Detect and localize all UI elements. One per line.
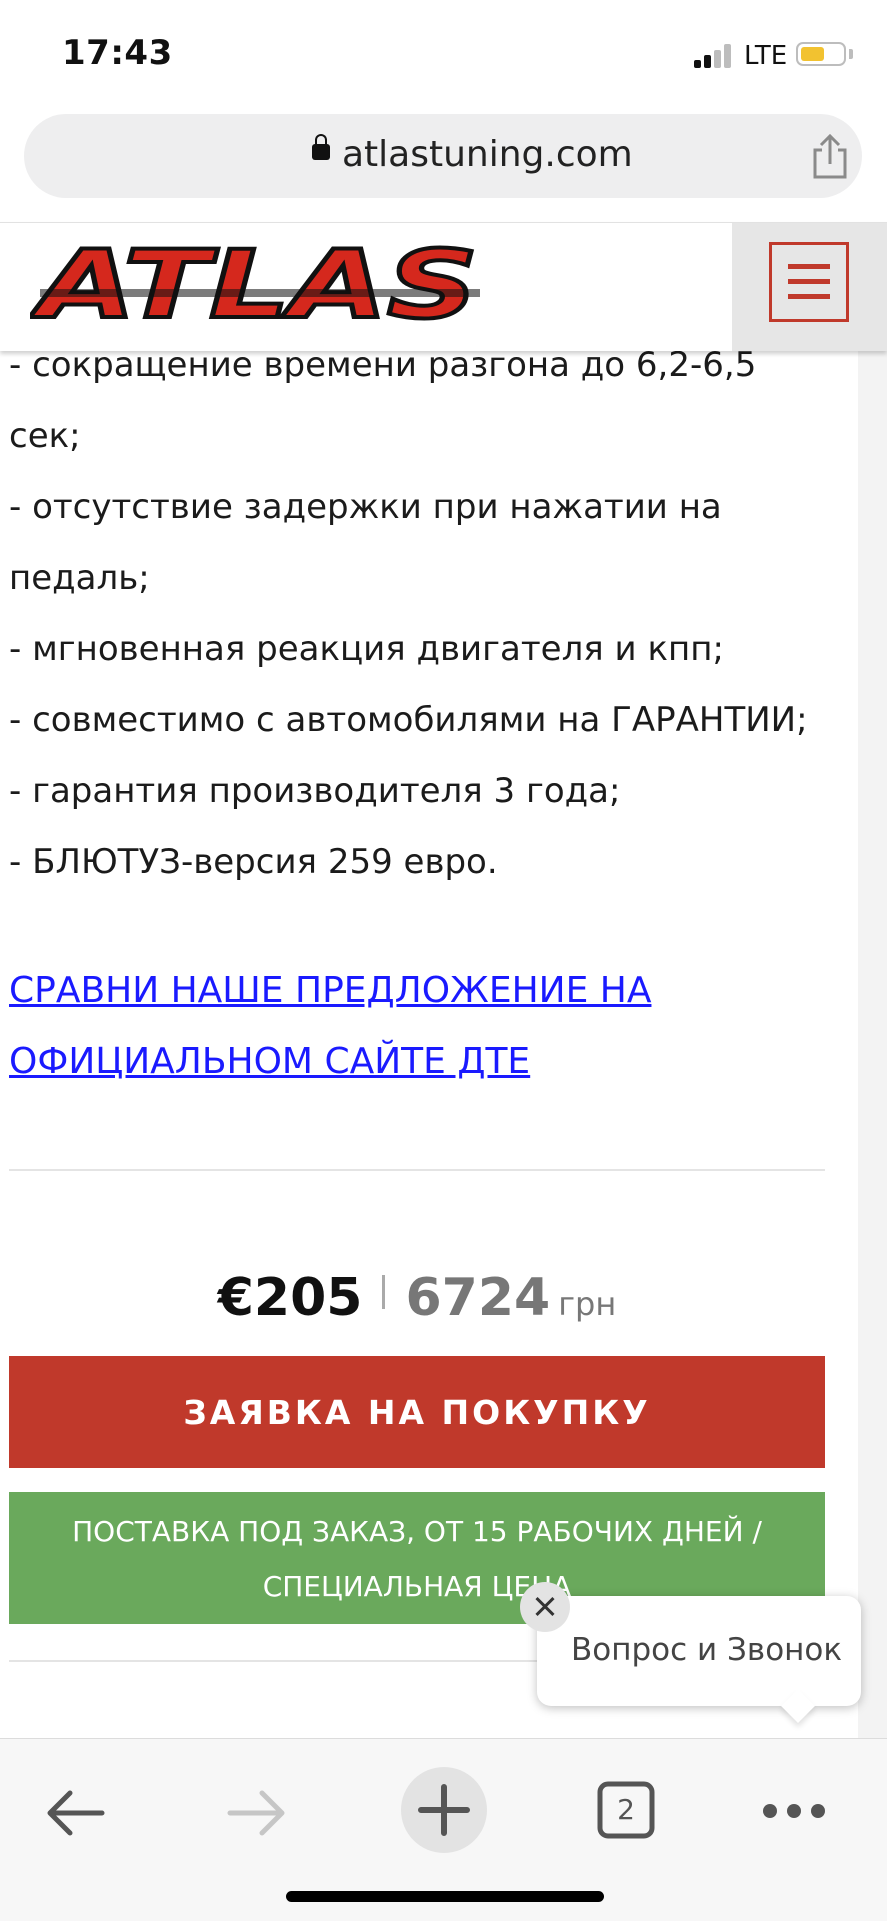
price-uah: 6724 [405,1268,551,1328]
divider [9,1169,825,1171]
arrow-left-icon[interactable] [44,1787,106,1839]
arrow-right-icon[interactable] [226,1787,288,1839]
feature-line: - отсутствие задержки при нажатии на [9,487,722,527]
price-eur: €205 [217,1268,363,1328]
site-header: ATLAS [0,222,887,351]
more-dots-icon[interactable] [762,1801,826,1821]
buy-request-button[interactable]: ЗАЯВКА НА ПОКУПКУ [9,1356,825,1468]
network-type: LTE [744,41,788,71]
price-block: €205 6724 грн [0,1268,834,1328]
feature-line: - совместимо с автомобилями на ГАРАНТИИ; [9,700,808,740]
feature-line: - гарантия производителя 3 года; [9,771,621,811]
price-separator [382,1275,386,1309]
hamburger-icon[interactable] [769,242,849,322]
svg-text:ATLAS: ATLAS [30,239,478,331]
chat-widget[interactable]: Вопрос и Звонок [537,1596,861,1706]
menu-area[interactable] [732,223,887,351]
scrollbar[interactable] [858,350,887,1738]
price-currency: грн [558,1285,617,1323]
tab-count: 2 [617,1793,635,1826]
chat-widget-label[interactable]: Вопрос и Звонок [571,1632,842,1668]
address-bar[interactable]: atlastuning.com [24,114,862,198]
delivery-line: ПОСТАВКА ПОД ЗАКАЗ, ОТ 15 РАБОЧИХ ДНЕЙ / [72,1515,762,1548]
signal-icon [694,44,734,68]
description-content: - сокращение времени разгона до 6,2-6,5 … [9,330,829,1082]
tabs-icon[interactable]: 2 [597,1781,655,1839]
feature-line: сек; [9,416,81,456]
feature-line: - БЛЮТУЗ-версия 259 евро. [9,842,498,882]
url-text: atlastuning.com [342,134,633,175]
battery-icon [796,42,846,66]
close-icon[interactable] [520,1582,570,1632]
share-icon[interactable] [810,134,850,180]
status-time: 17:43 [62,33,173,73]
browser-toolbar: 2 [0,1738,887,1921]
battery-tip [849,49,853,59]
feature-line: педаль; [9,558,150,598]
feature-list: - сокращение времени разгона до 6,2-6,5 … [9,330,829,898]
compare-offer-link[interactable]: СРАВНИ НАШЕ ПРЕДЛОЖЕНИЕ НА ОФИЦИАЛЬНОМ С… [9,955,829,1097]
atlas-logo[interactable]: ATLAS [30,239,490,331]
feature-line: - мгновенная реакция двигателя и кпп; [9,629,724,669]
plus-icon[interactable] [401,1767,487,1853]
home-indicator[interactable] [286,1891,604,1902]
status-bar: 17:43 LTE [0,0,887,110]
lock-icon [312,134,330,160]
